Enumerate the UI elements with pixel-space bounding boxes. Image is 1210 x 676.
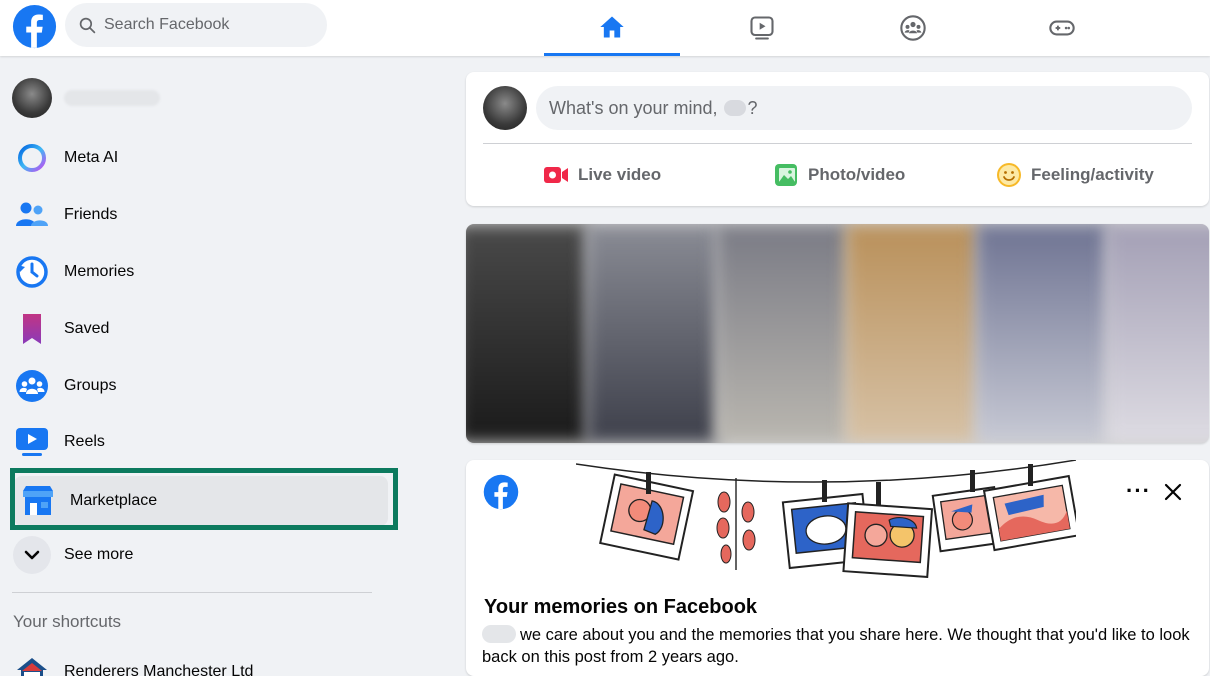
- search-input[interactable]: [104, 16, 314, 34]
- sidebar-item-memories[interactable]: Memories: [8, 246, 390, 298]
- avatar: [12, 78, 52, 118]
- sidebar-item-shortcut[interactable]: Renderers Manchester Ltd: [8, 646, 390, 676]
- sidebar-item-groups[interactable]: Groups: [8, 360, 390, 412]
- name-blurred: [723, 100, 746, 116]
- sidebar-item-label: Saved: [64, 320, 110, 337]
- friends-icon: [12, 195, 52, 235]
- sidebar-item-saved[interactable]: Saved: [8, 303, 390, 355]
- create-post-input[interactable]: What's on your mind, ?: [536, 86, 1192, 130]
- avatar: [483, 86, 527, 130]
- story-card[interactable]: [846, 224, 978, 443]
- sidebar-item-label: Groups: [64, 377, 117, 394]
- search-bar[interactable]: [65, 3, 327, 47]
- close-icon[interactable]: [1161, 480, 1185, 504]
- chevron-down-icon: [12, 535, 52, 575]
- story-card[interactable]: [976, 224, 1108, 443]
- memories-card: ··· Your memories on Facebook we care ab…: [466, 460, 1209, 676]
- reels-icon: [12, 422, 52, 462]
- memories-illustration: [576, 460, 1076, 578]
- photo-icon: [775, 164, 797, 186]
- prompt-suffix: ?: [747, 97, 758, 118]
- create-post-card: What's on your mind, ? Live video Photo/…: [466, 72, 1209, 206]
- photo-video-label: Photo/video: [808, 165, 906, 184]
- tab-groups[interactable]: [845, 0, 981, 56]
- memories-title: Your memories on Facebook: [484, 596, 758, 618]
- tab-gaming[interactable]: [994, 0, 1130, 56]
- left-sidebar: Meta AI Friends Memories Saved Groups Re…: [0, 56, 400, 676]
- name-blurred: [482, 625, 516, 643]
- sidebar-item-label: Meta AI: [64, 149, 119, 166]
- prompt-prefix: What's on your mind,: [549, 97, 718, 118]
- memories-icon: [12, 252, 52, 292]
- marketplace-highlight-box: [10, 468, 398, 530]
- photo-video-button[interactable]: Photo/video: [772, 160, 905, 190]
- sidebar-item-label: Reels: [64, 433, 105, 450]
- sidebar-item-see-more[interactable]: See more: [8, 529, 390, 581]
- story-card[interactable]: [716, 224, 848, 443]
- sidebar-item-label: Memories: [64, 263, 135, 280]
- gaming-icon: [1049, 20, 1075, 36]
- divider: [12, 592, 372, 593]
- facebook-logo-icon: [483, 474, 519, 510]
- sidebar-item-label: See more: [64, 546, 134, 563]
- memories-body-text: we care about you and the memories that …: [482, 626, 1190, 666]
- live-video-button[interactable]: Live video: [542, 160, 661, 190]
- feeling-activity-label: Feeling/activity: [1031, 165, 1154, 184]
- top-bar: [0, 0, 1210, 56]
- tab-video[interactable]: [694, 0, 830, 56]
- facebook-logo-icon[interactable]: [12, 4, 57, 49]
- house-icon: [12, 652, 52, 676]
- feeling-activity-button[interactable]: Feeling/activity: [995, 160, 1154, 190]
- sidebar-item-friends[interactable]: Friends: [8, 189, 390, 241]
- smiley-icon: [997, 163, 1021, 187]
- sidebar-item-label: Friends: [64, 206, 118, 223]
- groups-icon: [900, 15, 926, 41]
- home-icon: [600, 16, 624, 37]
- story-card[interactable]: [1106, 224, 1209, 443]
- more-options-button[interactable]: ···: [1126, 478, 1151, 504]
- story-card[interactable]: [466, 224, 588, 443]
- tab-home[interactable]: [544, 0, 680, 56]
- stories-tray[interactable]: [466, 224, 1209, 443]
- search-icon: [79, 17, 96, 33]
- profile-name-blurred: [64, 90, 160, 106]
- live-video-label: Live video: [578, 165, 662, 184]
- sidebar-item-label: Renderers Manchester Ltd: [64, 663, 254, 676]
- memories-body: we care about you and the memories that …: [482, 624, 1192, 668]
- shortcuts-heading: Your shortcuts: [13, 612, 122, 631]
- saved-icon: [12, 309, 52, 349]
- divider: [483, 143, 1192, 144]
- groups-icon: [12, 366, 52, 406]
- sidebar-item-profile[interactable]: [8, 72, 390, 124]
- sidebar-item-reels[interactable]: Reels: [8, 416, 390, 468]
- story-card[interactable]: [586, 224, 718, 443]
- meta-ai-icon: [12, 138, 52, 178]
- sidebar-item-meta-ai[interactable]: Meta AI: [8, 132, 390, 184]
- live-video-icon: [544, 167, 568, 183]
- video-icon: [750, 16, 774, 40]
